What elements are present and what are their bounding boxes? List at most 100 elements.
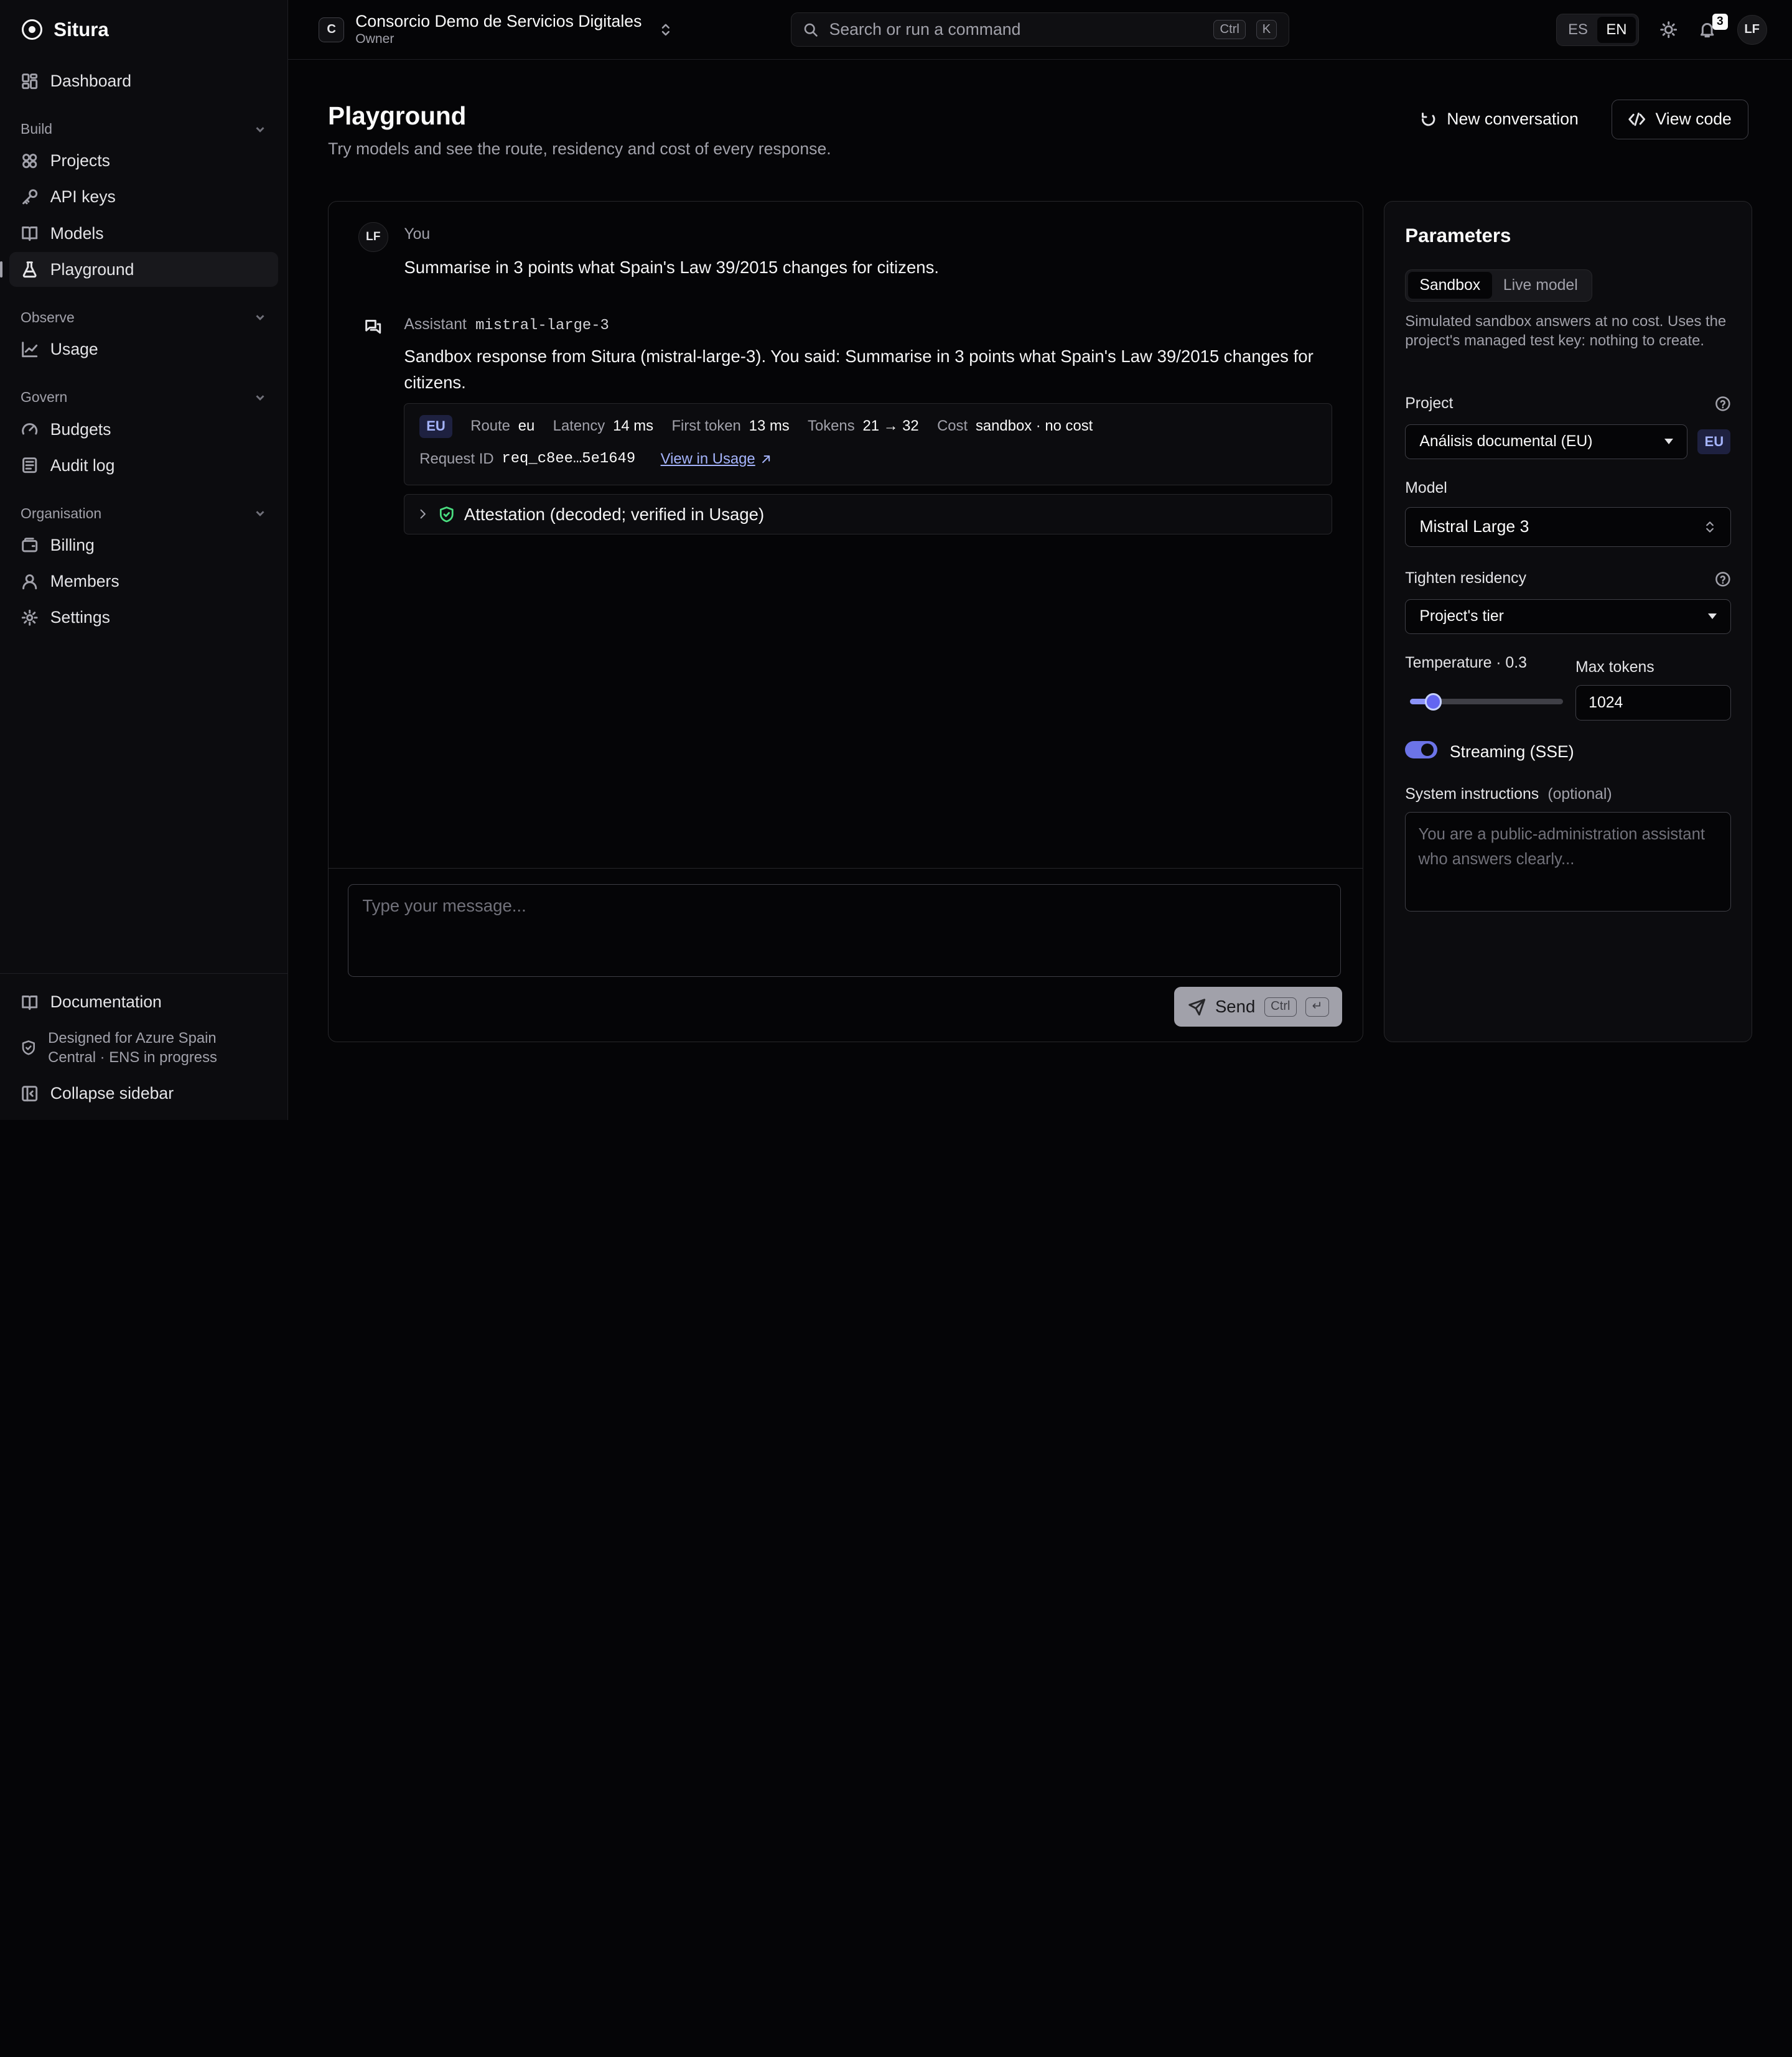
page-title: Playground: [328, 101, 467, 131]
sidebar-nav: Dashboard Build Projects API keys Models…: [0, 60, 287, 641]
system-instructions-input[interactable]: [1405, 812, 1731, 912]
key-icon: [22, 189, 38, 205]
mode-note: Simulated sandbox answers at no cost. Us…: [1405, 312, 1727, 349]
sidebar-item-audit-log[interactable]: Audit log: [9, 449, 278, 483]
sidebar-item-playground[interactable]: Playground: [0, 252, 279, 287]
user-avatar[interactable]: LF: [1737, 14, 1767, 45]
sidebar-collapse-icon: [22, 1086, 38, 1102]
sidebar-item-dashboard[interactable]: Dashboard: [9, 64, 278, 98]
view-in-usage-label: View in Usage: [660, 450, 755, 467]
sidebar-item-models[interactable]: Models: [9, 216, 278, 250]
help-circle-icon[interactable]: [1715, 396, 1731, 412]
chat-bubbles-icon: [365, 319, 381, 334]
sun-icon[interactable]: [1659, 21, 1678, 39]
streaming-toggle[interactable]: [1405, 741, 1437, 758]
tokens-metric: Tokens 21 → 32: [808, 417, 919, 435]
max-tokens-label: Max tokens: [1575, 658, 1654, 676]
mode-switcher: Sandbox Live model: [1405, 269, 1592, 302]
search-input[interactable]: [829, 20, 1203, 40]
chevron-right-icon: [420, 510, 426, 519]
chevron-up-down-icon: [1706, 521, 1714, 533]
org-switcher[interactable]: C Consorcio Demo de Servicios Digitales …: [319, 12, 673, 47]
code-icon: [1628, 113, 1646, 126]
message-input[interactable]: [348, 884, 1342, 977]
chevron-down-icon: [256, 126, 264, 133]
main-content: C Consorcio Demo de Servicios Digitales …: [287, 0, 1792, 1120]
sidebar-item-budgets[interactable]: Budgets: [9, 413, 278, 447]
shortcut-ctrl: Ctrl: [1213, 20, 1246, 40]
nav-group-organisation[interactable]: Organisation: [9, 498, 278, 528]
cost-label: Cost: [937, 417, 968, 435]
cost-metric: Cost sandbox · no cost: [937, 417, 1093, 435]
new-conversation-button[interactable]: New conversation: [1403, 100, 1594, 139]
max-tokens-input[interactable]: [1575, 685, 1731, 721]
lang-es-button[interactable]: ES: [1559, 17, 1597, 44]
route-metric: Route eu: [470, 417, 534, 435]
attestation-toggle[interactable]: Attestation (decoded; verified in Usage): [404, 494, 1332, 534]
temperature-label: Temperature · 0.3: [1405, 654, 1527, 671]
sidebar-item-label: Settings: [50, 608, 110, 627]
sidebar-item-label: Projects: [50, 151, 110, 170]
refresh-icon: [1422, 113, 1435, 126]
project-label: Project: [1405, 394, 1454, 412]
brand-name: Situra: [54, 18, 109, 40]
dashboard-icon: [22, 73, 38, 89]
command-search[interactable]: Ctrl K: [790, 12, 1289, 47]
residency-select[interactable]: Project's tier: [1405, 599, 1731, 634]
temperature-slider-thumb[interactable]: [1424, 693, 1442, 711]
lang-en-button[interactable]: EN: [1597, 16, 1636, 44]
audit-log-icon: [22, 457, 37, 473]
send-button[interactable]: Send Ctrl ↵: [1174, 987, 1343, 1027]
shortcut-k: K: [1256, 20, 1277, 40]
route-label: Route: [470, 417, 510, 435]
sidebar-item-label: Models: [50, 223, 104, 243]
gauge-icon: [22, 423, 38, 435]
documentation-link[interactable]: Documentation: [9, 983, 278, 1022]
system-instructions-title: System instructions: [1405, 785, 1539, 803]
view-code-button[interactable]: View code: [1611, 99, 1748, 140]
mode-live-button[interactable]: Live model: [1492, 272, 1590, 299]
caret-down-icon: [1664, 439, 1673, 445]
view-in-usage-link[interactable]: View in Usage: [661, 450, 773, 468]
help-circle-icon[interactable]: [1715, 571, 1731, 587]
user-message-avatar: LF: [358, 222, 388, 253]
nav-group-govern[interactable]: Govern: [9, 383, 278, 413]
chevron-down-icon: [256, 315, 264, 320]
compliance-note: Designed for Azure Spain Central · ENS i…: [9, 1022, 278, 1074]
composer-divider: [329, 868, 1363, 869]
model-select[interactable]: Mistral Large 3: [1405, 506, 1731, 547]
sidebar-item-usage[interactable]: Usage: [9, 332, 278, 366]
project-select[interactable]: Análisis documental (EU): [1405, 424, 1687, 459]
nav-group-label: Organisation: [21, 505, 102, 521]
mode-sandbox-button[interactable]: Sandbox: [1407, 272, 1492, 299]
book-icon: [22, 996, 38, 1010]
user-icon: [22, 574, 37, 590]
chevron-down-icon: [256, 511, 264, 517]
nav-group-observe[interactable]: Observe: [9, 302, 278, 332]
sidebar-item-settings[interactable]: Settings: [9, 600, 278, 635]
collapse-sidebar-button[interactable]: Collapse sidebar: [9, 1075, 278, 1113]
sidebar-item-label: Usage: [50, 340, 98, 359]
metadata-row-request: Request ID req_c8ee…5e1649 View in Usage: [419, 450, 772, 468]
attestation-label: Attestation (decoded; verified in Usage): [464, 504, 765, 524]
user-message-role: You: [404, 225, 431, 243]
brand[interactable]: Situra: [0, 0, 287, 60]
sidebar-item-billing[interactable]: Billing: [9, 528, 278, 562]
sidebar-item-members[interactable]: Members: [9, 564, 278, 599]
metadata-row-metrics: EU Route eu Latency 14 ms First token 13 ms…: [419, 414, 1093, 438]
send-shortcut-enter: ↵: [1305, 997, 1329, 1017]
send-icon: [1188, 998, 1205, 1015]
first-token-label: First token: [671, 417, 741, 435]
sidebar-item-projects[interactable]: Projects: [9, 144, 278, 178]
temperature-slider[interactable]: [1409, 693, 1563, 711]
assistant-message-role: Assistant mistral-large-3: [404, 316, 609, 334]
project-select-value: Análisis documental (EU): [1419, 432, 1593, 450]
first-token-value: 13 ms: [749, 417, 790, 435]
app-root: Situra Dashboard Build Projects API keys: [0, 0, 1792, 1120]
sidebar-item-api-keys[interactable]: API keys: [9, 180, 278, 214]
nav-group-build[interactable]: Build: [9, 114, 278, 144]
latency-metric: Latency 14 ms: [553, 417, 653, 435]
cost-value: sandbox · no cost: [975, 417, 1093, 435]
assistant-avatar: [358, 312, 388, 342]
response-metadata: EU Route eu Latency 14 ms First token 13 ms…: [404, 403, 1332, 485]
